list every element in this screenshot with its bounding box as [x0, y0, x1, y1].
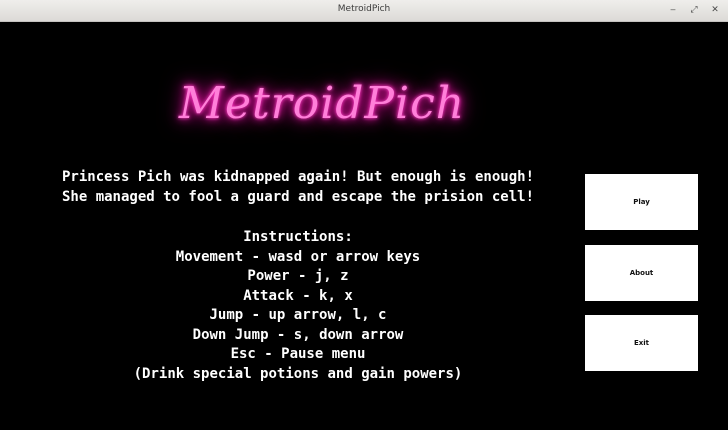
game-canvas[interactable]: MetroidPich Princess Pich was kidnapped … — [0, 22, 728, 430]
instruction-line: Jump - up arrow, l, c — [209, 307, 387, 323]
app-window: MetroidPich ‒ ⤢ ✕ MetroidPich Princess P… — [0, 0, 728, 430]
instruction-line: Movement - wasd or arrow keys — [175, 248, 421, 265]
window-controls: ‒ ⤢ ✕ — [666, 3, 722, 17]
story-text: Princess Pich was kidnapped again! But e… — [28, 168, 568, 207]
instruction-line: Esc - Pause menu — [230, 346, 366, 362]
title-bar[interactable]: MetroidPich ‒ ⤢ ✕ — [0, 0, 728, 22]
instruction-line: (Drink special potions and gain powers) — [133, 365, 463, 382]
instructions-heading: Instructions: — [243, 229, 353, 245]
instruction-line: Power - j, z — [247, 268, 349, 284]
about-button[interactable]: About — [585, 245, 698, 301]
story-line: Princess Pich was kidnapped again! But e… — [61, 169, 534, 185]
play-button[interactable]: Play — [585, 174, 698, 230]
instruction-line: Down Jump - s, down arrow — [192, 326, 404, 343]
window-title: MetroidPich — [337, 4, 391, 14]
instructions-block: Instructions: Movement - wasd or arrow k… — [28, 228, 568, 384]
maximize-icon[interactable]: ⤢ — [687, 3, 701, 17]
story-line: She managed to fool a guard and escape t… — [61, 188, 534, 205]
close-icon[interactable]: ✕ — [708, 3, 722, 17]
exit-button[interactable]: Exit — [585, 315, 698, 371]
instruction-line: Attack - k, x — [243, 287, 353, 304]
minimize-icon[interactable]: ‒ — [666, 3, 680, 17]
game-logo: MetroidPich — [178, 78, 466, 129]
